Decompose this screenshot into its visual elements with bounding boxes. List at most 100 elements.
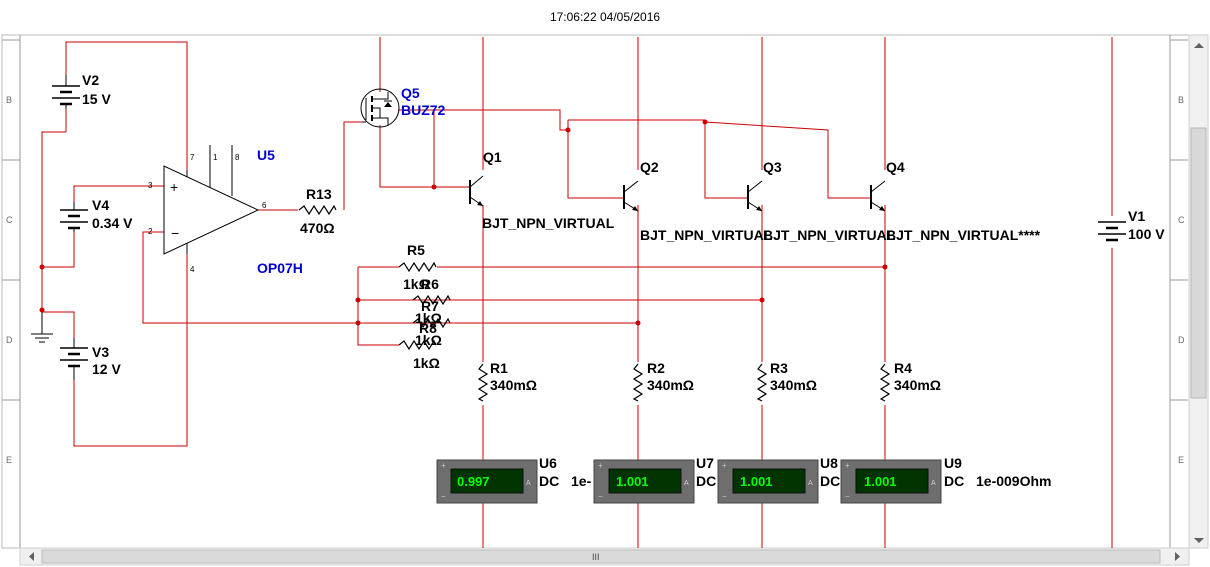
pin-label: 2 (148, 227, 153, 236)
row-label: B (1178, 95, 1184, 105)
svg-text:−: − (845, 492, 850, 501)
v2-value: 15 V (82, 91, 111, 107)
meter-ref: U8 (820, 455, 838, 471)
row-label: E (1178, 455, 1184, 465)
schematic-canvas[interactable]: B C D E B C D E III V2 15 V V4 0.34 V V3… (0, 0, 1210, 567)
meter-reading: 1.001 (616, 474, 649, 489)
transistor-q4[interactable]: Q4 BJT_NPN_VIRTUAL**** (870, 159, 1041, 243)
meter-mode: DC (539, 473, 559, 489)
r8-value: 1kΩ (413, 355, 440, 371)
ground-icon[interactable] (31, 312, 53, 343)
svg-text:A: A (526, 480, 531, 487)
meter-mode: DC (820, 473, 840, 489)
horizontal-scrollbar[interactable]: III (19, 547, 1190, 566)
svg-text:A: A (931, 480, 936, 487)
battery-v1[interactable]: V1 100 V (1098, 208, 1165, 242)
plus-sign-icon: + (170, 179, 178, 195)
pin-label: 8 (235, 153, 240, 162)
u5-ref: U5 (257, 147, 275, 163)
u5-model: OP07H (257, 260, 303, 276)
r3-value: 340mΩ (770, 377, 817, 393)
v3-value: 12 V (92, 361, 121, 377)
q2-ref: Q2 (640, 159, 659, 175)
pin-label: 3 (148, 181, 153, 190)
v4-ref: V4 (92, 197, 109, 213)
v1-ref: V1 (1128, 208, 1145, 224)
meter-mode: DC (696, 473, 716, 489)
v3-ref: V3 (92, 344, 109, 360)
meter-reading: 0.997 (457, 474, 490, 489)
r1-value: 340mΩ (490, 377, 537, 393)
r1-ref: R1 (490, 360, 508, 376)
resistor-r4[interactable]: R4 340mΩ (880, 360, 941, 402)
r8-ref: R8 (419, 320, 437, 336)
svg-text:+: + (722, 461, 727, 470)
battery-v4[interactable]: V4 0.34 V (60, 197, 133, 232)
resistor-r2[interactable]: R2 340mΩ (633, 360, 694, 402)
resistor-r1[interactable]: R1 340mΩ (478, 360, 537, 402)
wires (41, 37, 1113, 548)
horizontal-scroll-thumb[interactable] (41, 549, 1161, 564)
svg-text:−: − (441, 492, 446, 501)
q2-model: BJT_NPN_VIRTUAL (640, 227, 773, 243)
meter-mode: DC (944, 473, 964, 489)
r7-ref: R7 (421, 298, 439, 314)
svg-text:−: − (722, 492, 727, 501)
resistor-r13[interactable]: R13 470Ω (298, 186, 337, 236)
svg-text:+: + (441, 461, 446, 470)
pin-label: 1 (213, 153, 218, 162)
r13-value: 470Ω (300, 220, 335, 236)
r2-value: 340mΩ (647, 377, 694, 393)
vertical-scroll-thumb[interactable] (1190, 127, 1207, 399)
transistor-q2[interactable]: Q2 BJT_NPN_VIRTUAL (623, 159, 773, 243)
svg-text:+: + (598, 461, 603, 470)
meter-extra: 1e- (571, 473, 592, 489)
meter-ref: U9 (944, 455, 962, 471)
row-label: D (1178, 335, 1185, 345)
svg-text:−: − (598, 492, 603, 501)
r13-ref: R13 (306, 186, 332, 202)
transistor-q1[interactable]: Q1 BJT_NPN_VIRTUAL (469, 149, 615, 231)
meter-reading: 1.001 (740, 474, 773, 489)
r2-ref: R2 (647, 360, 665, 376)
pin-label: 6 (262, 201, 267, 210)
minus-sign-icon: − (171, 225, 179, 241)
r4-ref: R4 (894, 360, 912, 376)
q3-ref: Q3 (763, 159, 782, 175)
r5-ref: R5 (407, 242, 425, 258)
r6-ref: R6 (421, 276, 439, 292)
q4-ref: Q4 (886, 159, 905, 175)
scroll-grip: III (592, 552, 600, 562)
svg-text:+: + (845, 461, 850, 470)
mosfet-q5[interactable]: Q5 BUZ72 (360, 85, 446, 128)
q3-model: BJT_NPN_VIRTUAL (763, 227, 896, 243)
transistor-q3[interactable]: Q3 BJT_NPN_VIRTUAL (747, 159, 896, 243)
q1-model: BJT_NPN_VIRTUAL (482, 215, 615, 231)
v2-ref: V2 (82, 72, 99, 88)
battery-v3[interactable]: V3 12 V (60, 338, 121, 380)
resistor-r3[interactable]: R3 340mΩ (757, 360, 817, 402)
v4-value: 0.34 V (92, 215, 133, 231)
ammeter-u9[interactable]: 1.001 + − A U9 DC 1e-009Ohm (840, 455, 1051, 504)
ammeter-u7[interactable]: 1.001 + − A U7 DC (593, 455, 716, 504)
junction-dots (39, 119, 888, 326)
row-label: B (6, 95, 12, 105)
q1-ref: Q1 (483, 149, 502, 165)
row-label: C (1178, 215, 1185, 225)
meter-extra: 1e-009Ohm (976, 473, 1051, 489)
battery-v2[interactable]: V2 15 V (52, 72, 111, 109)
q5-ref: Q5 (401, 85, 420, 101)
svg-text:A: A (684, 480, 689, 487)
meter-ref: U7 (696, 455, 714, 471)
meter-ref: U6 (539, 455, 557, 471)
r4-value: 340mΩ (894, 377, 941, 393)
pin-label: 7 (190, 153, 195, 162)
vertical-scrollbar[interactable] (1188, 34, 1209, 549)
ammeter-u8[interactable]: 1.001 + − A U8 DC (717, 455, 840, 504)
q4-model: BJT_NPN_VIRTUAL**** (886, 227, 1041, 243)
ammeter-u6[interactable]: 0.997 + − A U6 DC 1e- (436, 455, 592, 504)
q5-model: BUZ72 (401, 102, 446, 118)
meter-reading: 1.001 (864, 474, 897, 489)
pin-label: 4 (190, 265, 195, 274)
row-label: E (6, 455, 12, 465)
